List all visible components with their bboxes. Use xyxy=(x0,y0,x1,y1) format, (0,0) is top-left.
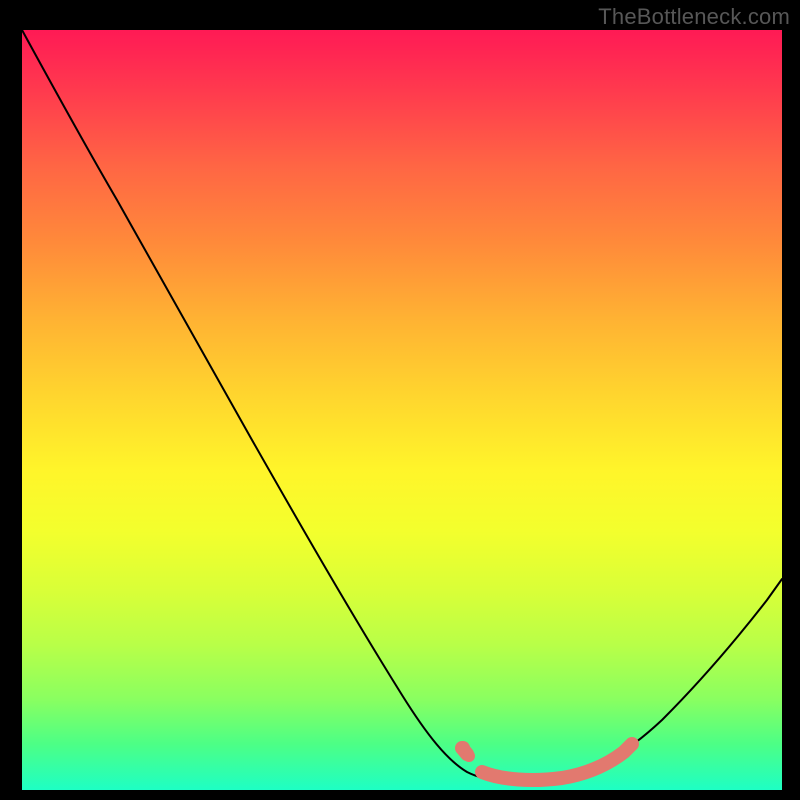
chart-overlay xyxy=(22,30,782,790)
watermark-text: TheBottleneck.com xyxy=(598,4,790,30)
optimal-range-dot-2 xyxy=(463,750,475,762)
bottleneck-curve xyxy=(22,30,782,781)
optimal-range-highlight xyxy=(462,744,632,780)
chart-canvas: TheBottleneck.com xyxy=(0,0,800,800)
